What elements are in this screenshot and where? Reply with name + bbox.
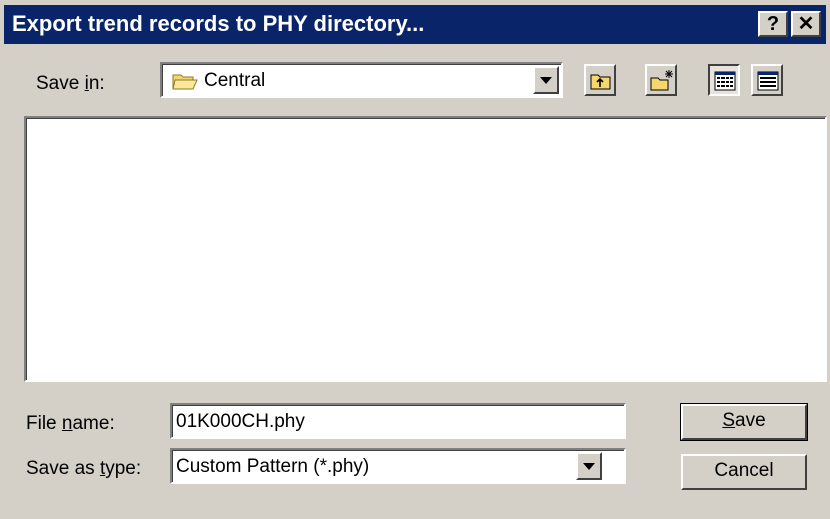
- file-list[interactable]: [24, 116, 827, 382]
- cancel-button[interactable]: Cancel: [681, 454, 807, 490]
- title-bar[interactable]: Export trend records to PHY directory...…: [4, 5, 826, 44]
- save-in-label: Save in:: [36, 73, 105, 94]
- save-as-type-combo[interactable]: Custom Pattern (*.phy): [170, 448, 626, 484]
- details-view-button[interactable]: [751, 64, 783, 96]
- save-in-value: Central: [204, 70, 266, 91]
- help-button[interactable]: ?: [758, 11, 788, 37]
- dialog-title: Export trend records to PHY directory...: [12, 11, 425, 36]
- file-name-label: File name:: [26, 413, 115, 434]
- close-button[interactable]: ✕: [791, 11, 821, 37]
- file-name-value: 01K000CH.phy: [176, 411, 305, 432]
- save-button[interactable]: Save: [680, 403, 808, 441]
- save-as-type-dropdown-button[interactable]: [576, 452, 602, 480]
- file-name-input[interactable]: 01K000CH.phy: [170, 403, 626, 439]
- save-as-type-label: Save as type:: [26, 458, 142, 479]
- new-folder-button[interactable]: [645, 64, 677, 96]
- chevron-down-icon: [583, 463, 595, 470]
- list-view-button[interactable]: [708, 64, 740, 96]
- folder-icon: [172, 71, 198, 96]
- save-as-type-value: Custom Pattern (*.phy): [176, 456, 370, 477]
- save-in-dropdown-button[interactable]: [533, 66, 559, 94]
- save-dialog: Export trend records to PHY directory...…: [0, 0, 830, 519]
- up-one-level-button[interactable]: [584, 64, 616, 96]
- save-in-combo[interactable]: Central: [160, 62, 563, 98]
- chevron-down-icon: [540, 77, 552, 84]
